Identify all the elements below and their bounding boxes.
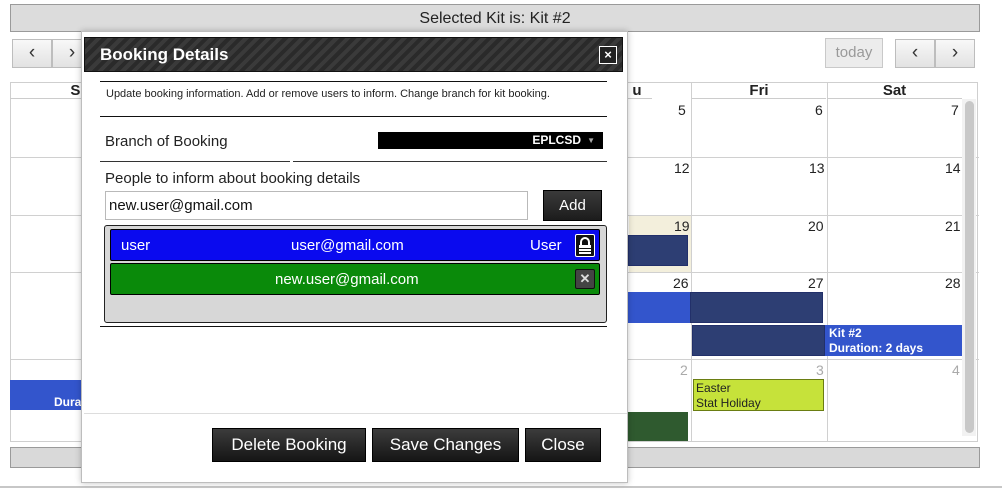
close-button[interactable]: Close	[525, 428, 601, 462]
prev-month-button[interactable]: ‹	[12, 39, 52, 68]
day-number: 19	[674, 218, 690, 234]
calendar-scrollbar-thumb[interactable]	[965, 101, 974, 433]
calendar-event[interactable]	[628, 292, 690, 323]
person-email: user@gmail.com	[291, 237, 404, 254]
delete-booking-button[interactable]: Delete Booking	[212, 428, 366, 462]
day-number: 4	[952, 362, 960, 378]
person-row-user[interactable]: user user@gmail.com User	[110, 229, 600, 261]
person-role: User	[530, 237, 562, 254]
calendar-event[interactable]	[628, 235, 688, 266]
day-number: 28	[945, 275, 961, 291]
holiday-line-1: Easter	[696, 381, 731, 395]
next-button-right[interactable]: ›	[935, 39, 975, 68]
today-button[interactable]: today	[825, 38, 883, 68]
chevron-down-icon: ▼	[587, 136, 595, 145]
person-email: new.user@gmail.com	[275, 271, 419, 288]
day-number: 14	[945, 160, 961, 176]
day-number: 21	[945, 218, 961, 234]
branch-select[interactable]: EPLCSD ▼	[378, 132, 603, 149]
day-number: 6	[815, 102, 823, 118]
person-row-new-user[interactable]: new.user@gmail.com	[110, 263, 600, 295]
day-number: 3	[816, 362, 824, 378]
day-number: 27	[808, 275, 824, 291]
selected-kit-banner: Selected Kit is: Kit #2	[10, 4, 980, 32]
calendar-event[interactable]	[690, 292, 823, 323]
branch-label: Branch of Booking	[105, 133, 228, 150]
footer-divider	[84, 413, 627, 414]
add-button[interactable]: Add	[543, 190, 602, 221]
close-icon[interactable]: ×	[599, 46, 617, 64]
lock-icon	[575, 234, 595, 257]
holiday-line-2: Stat Holiday	[696, 396, 761, 410]
kit-event-title: Kit #2	[829, 326, 862, 340]
event-duration-label: Dura	[54, 395, 82, 409]
remove-icon[interactable]: ✕	[575, 269, 595, 289]
kit-event-duration: Duration: 2 days	[829, 341, 924, 355]
calendar-event[interactable]	[628, 412, 688, 441]
holiday-event[interactable]: Easter Stat Holiday	[693, 379, 824, 411]
bottom-divider	[0, 486, 1002, 488]
divider	[100, 161, 290, 162]
header-friday: Fri	[692, 82, 826, 99]
divider	[100, 116, 607, 117]
save-changes-button[interactable]: Save Changes	[372, 428, 519, 462]
day-number: 2	[680, 362, 688, 378]
modal-title: Booking Details	[100, 45, 229, 64]
person-name: user	[121, 237, 151, 254]
day-number: 13	[809, 160, 825, 176]
kit-event[interactable]: Kit #2 Duration: 2 days	[825, 325, 962, 356]
calendar-event-left[interactable]: Dura	[10, 380, 82, 410]
people-label: People to inform about booking details	[105, 170, 361, 187]
day-number: 12	[674, 160, 690, 176]
divider	[100, 81, 607, 82]
day-number: 20	[808, 218, 824, 234]
day-number: 7	[951, 102, 959, 118]
email-input[interactable]	[105, 191, 528, 220]
modal-description: Update booking information. Add or remov…	[106, 88, 550, 100]
header-saturday: Sat	[827, 82, 962, 99]
prev-button-right[interactable]: ‹	[895, 39, 935, 68]
calendar-event[interactable]	[692, 325, 825, 356]
divider	[100, 326, 607, 327]
day-number: 26	[673, 275, 689, 291]
day-number: 5	[678, 102, 686, 118]
divider	[293, 161, 607, 162]
branch-value: EPLCSD	[532, 133, 581, 147]
